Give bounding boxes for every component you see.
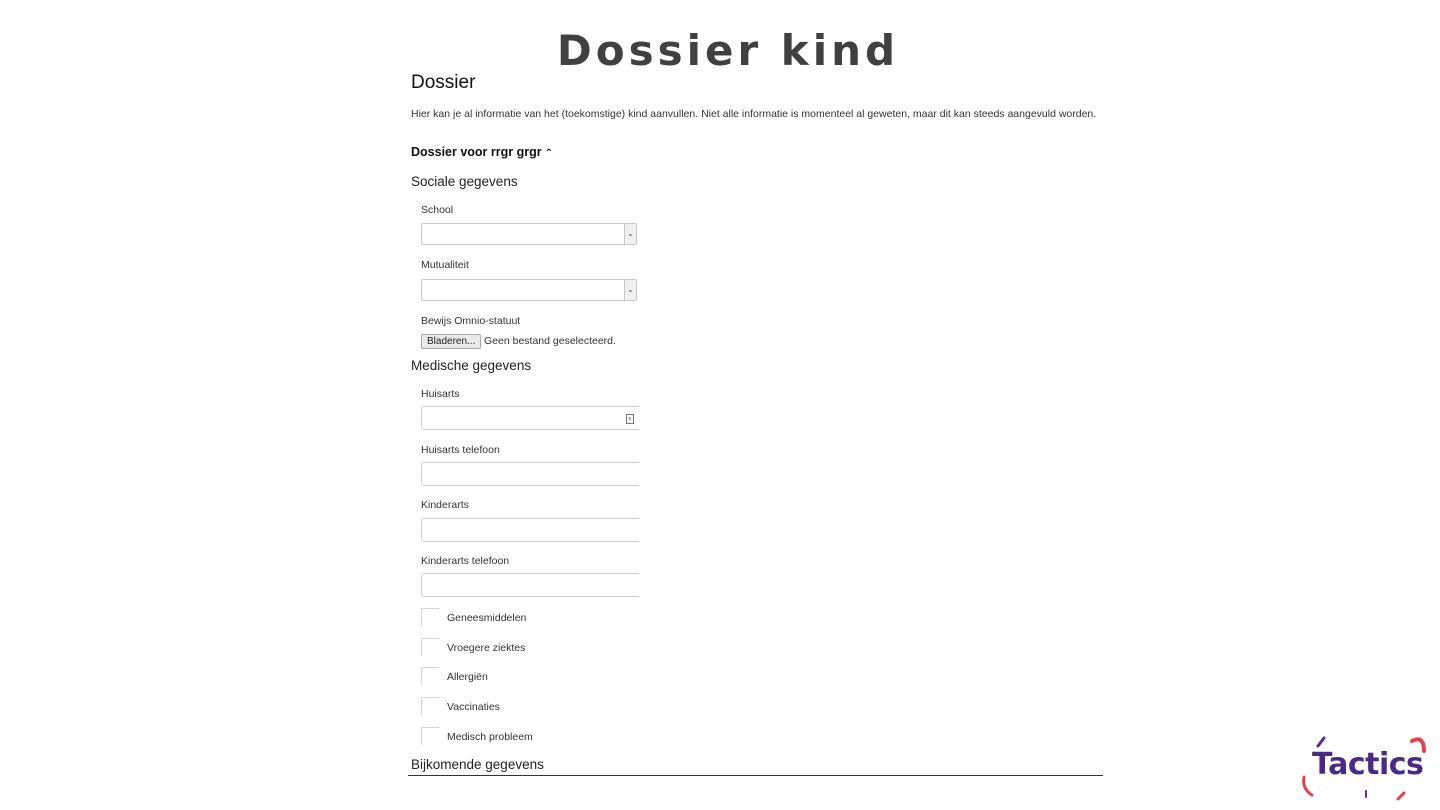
chevron-down-icon: ⌄ [624,280,636,300]
huisarts-label: Huisarts [421,388,460,400]
checkbox-label-vaccinaties: Vaccinaties [447,701,500,713]
checkbox-vaccinaties[interactable] [421,697,439,715]
checkbox-allergien[interactable] [421,667,439,685]
dossier-toggle-label: Dossier voor rrgr grgr [411,145,542,159]
checkbox-label-vroegere-ziektes: Vroegere ziektes [447,642,526,654]
section-title-medische: Medische gegevens [411,358,532,373]
mutualiteit-select[interactable]: ⌄ [421,279,637,301]
huisarts-telefoon-input[interactable] [421,462,639,486]
chevron-up-icon: ⌃ [544,148,553,159]
checkbox-label-allergien: Allergiën [447,671,488,683]
contact-card-icon: ≡ [626,414,634,424]
huisarts-telefoon-label: Huisarts telefoon [421,444,500,456]
browse-file-button[interactable]: Bladeren... [421,334,482,349]
section-title-bijkomende: Bijkomende gegevens [411,757,544,772]
checkbox-geneesmiddelen[interactable] [421,608,439,626]
kinderarts-telefoon-label: Kinderarts telefoon [421,555,510,567]
school-label: School [421,204,454,216]
divider [408,775,1103,776]
school-select[interactable]: ⌄ [421,223,637,245]
section-title-sociale: Sociale gegevens [411,174,518,189]
kinderarts-input[interactable] [421,518,639,542]
checkbox-label-geneesmiddelen: Geneesmiddelen [447,612,527,624]
mutualiteit-label: Mutualiteit [421,259,469,271]
file-status: Geen bestand geselecteerd. [484,335,616,347]
checkbox-medisch-probleem[interactable] [421,727,439,745]
dossier-toggle[interactable]: Dossier voor rrgr grgr ⌃ [411,145,553,159]
kinderarts-telefoon-input[interactable] [421,573,639,597]
logo-text: Tactics [1312,747,1424,782]
kinderarts-label: Kinderarts [421,499,469,511]
omnio-label: Bewijs Omnio-statuut [421,315,521,327]
checkbox-vroegere-ziektes[interactable] [421,638,439,656]
tactics-logo: Tactics [1300,733,1430,803]
huisarts-input[interactable]: ≡ [421,406,639,430]
intro-text: Hier kan je al informatie van het (toeko… [411,108,1097,120]
checkbox-label-medisch-probleem: Medisch probleem [447,731,533,743]
chevron-down-icon: ⌄ [624,224,636,244]
page-heading: Dossier [411,72,476,93]
slide-title: Dossier kind [556,26,900,75]
